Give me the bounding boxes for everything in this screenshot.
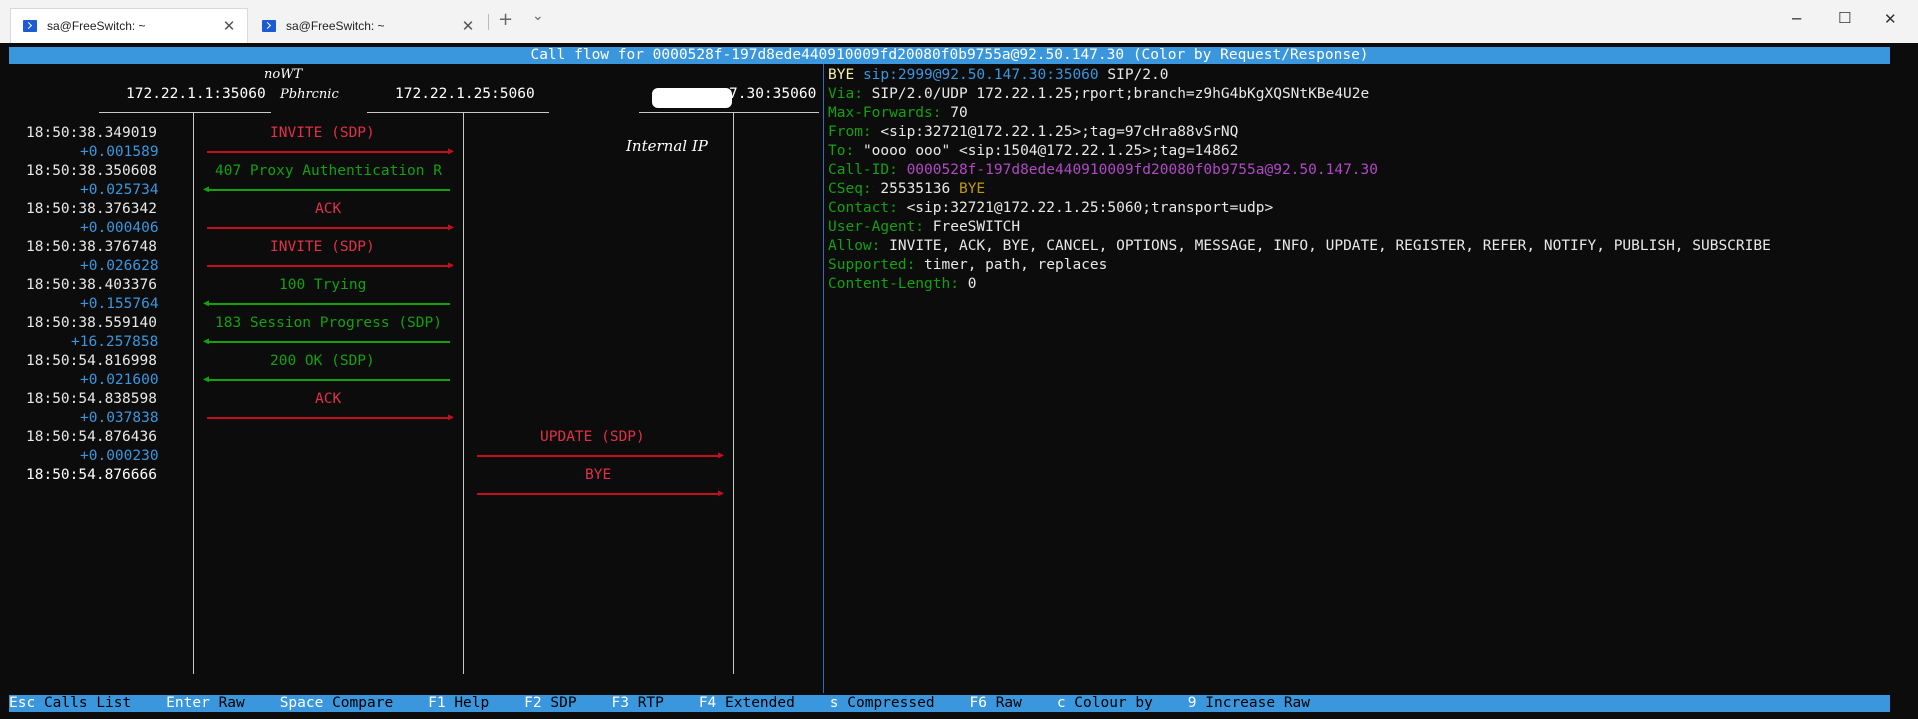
- row-delta: +0.021600: [80, 372, 159, 388]
- shortcut-f1[interactable]: F1 Help: [428, 695, 489, 711]
- tab-active[interactable]: sa@FreeSwitch: ~ ✕: [10, 8, 248, 43]
- row-delta: +0.025734: [80, 182, 159, 198]
- row-delta: +16.257858: [71, 334, 159, 350]
- shortcut-c[interactable]: c Colour by: [1057, 695, 1153, 711]
- header-line: Content-Length: 0: [828, 276, 977, 292]
- tab-separator: [488, 14, 489, 30]
- header-line: User-Agent: FreeSWITCH: [828, 219, 1021, 235]
- header-line: To: "oooo ooo" <sip:1504@172.22.1.25>;ta…: [828, 143, 1239, 159]
- row-delta: +0.037838: [80, 410, 159, 426]
- shortcut-s[interactable]: s Compressed: [830, 695, 935, 711]
- host-label-1: 172.22.1.1:35060: [126, 86, 266, 102]
- header-line: Via: SIP/2.0/UDP 172.22.1.25;rport;branc…: [828, 86, 1370, 102]
- shortcut-esc[interactable]: Esc Calls List: [9, 695, 131, 711]
- message-arrow: ▶: [207, 223, 454, 233]
- host-label-3: 7.30:35060: [729, 86, 817, 102]
- tab-label: sa@FreeSwitch: ~: [47, 19, 146, 33]
- tab-inactive[interactable]: sa@FreeSwitch: ~ ✕: [250, 8, 486, 43]
- request-line: BYE sip:2999@92.50.147.30:35060 SIP/2.0: [828, 67, 1168, 84]
- header-line: CSeq: 25535136 BYE: [828, 181, 986, 197]
- message-label: INVITE (SDP): [270, 239, 375, 255]
- new-tab-icon[interactable]: +: [498, 9, 513, 30]
- tab-close-icon[interactable]: ✕: [458, 17, 478, 35]
- host-underline-2: [367, 112, 549, 113]
- message-label: 200 OK (SDP): [270, 353, 375, 369]
- request-version: SIP/2.0: [1107, 67, 1169, 83]
- header-line: Contact: <sip:32721@172.22.1.25:5060;tra…: [828, 200, 1274, 216]
- handwritten-note: noWT: [264, 67, 303, 82]
- shortcut-f3[interactable]: F3 RTP: [611, 695, 663, 711]
- host-underline-1: [99, 112, 271, 113]
- row-delta: +0.026628: [80, 258, 159, 274]
- maximize-icon[interactable]: ☐: [1838, 9, 1851, 27]
- row-delta: +0.000406: [80, 220, 159, 236]
- message-label: BYE: [585, 467, 612, 483]
- row-time: 18:50:54.876666: [26, 467, 157, 483]
- shortcut-enter[interactable]: Enter Raw: [166, 695, 245, 711]
- chevron-down-icon[interactable]: ⌄: [532, 8, 544, 24]
- row-delta: +0.001589: [80, 144, 159, 160]
- powershell-icon: [23, 20, 37, 32]
- header-line: From: <sip:32721@172.22.1.25>;tag=97cHra…: [828, 124, 1239, 140]
- powershell-icon: [262, 19, 276, 32]
- row-time: 18:50:54.838598: [26, 391, 157, 407]
- message-label: 100 Trying: [279, 277, 367, 293]
- message-arrow: ◀: [203, 185, 450, 195]
- minimize-icon[interactable]: ─: [1792, 10, 1801, 28]
- message-arrow: ▶: [207, 261, 454, 271]
- message-arrow: ▶: [477, 489, 724, 499]
- message-label: 407 Proxy Authentication R: [215, 163, 442, 179]
- shortcut-space[interactable]: Space Compare: [280, 695, 394, 711]
- message-label: ACK: [315, 201, 342, 217]
- header-line: Supported: timer, path, replaces: [828, 257, 1108, 273]
- shortcut-f4[interactable]: F4 Extended: [699, 695, 795, 711]
- host-label-2: 172.22.1.25:5060: [395, 86, 535, 102]
- host-underline-3: [639, 112, 819, 113]
- message-label: INVITE (SDP): [270, 125, 375, 141]
- shortcut-9[interactable]: 9 Increase Raw: [1188, 695, 1310, 711]
- request-method: BYE: [828, 67, 855, 83]
- panel-divider: [823, 64, 824, 693]
- row-delta: +0.155764: [80, 296, 159, 312]
- row-time: 18:50:54.876436: [26, 429, 157, 445]
- message-arrow: ◀: [203, 375, 450, 385]
- message-label: 183 Session Progress (SDP): [215, 315, 442, 331]
- row-delta: +0.000230: [80, 448, 159, 464]
- message-arrow: ▶: [207, 147, 454, 157]
- message-arrow: ▶: [477, 451, 724, 461]
- handwritten-note: Pbhrcnic: [280, 87, 339, 102]
- message-arrow: ◀: [203, 299, 450, 309]
- redaction-mark: [652, 88, 732, 108]
- shortcut-f2[interactable]: F2 SDP: [524, 695, 576, 711]
- request-uri: sip:2999@92.50.147.30:35060: [862, 67, 1099, 83]
- call-flow-title: Call flow for 0000528f-197d8ede440910009…: [9, 47, 1890, 64]
- message-arrow: ▶: [207, 413, 454, 423]
- message-label: ACK: [315, 391, 342, 407]
- key-help-bar: Esc Calls List Enter Raw Space Compare F…: [9, 695, 1890, 712]
- message-arrow: ◀: [203, 337, 450, 347]
- header-line: Max-Forwards: 70: [828, 105, 968, 121]
- shortcut-f6[interactable]: F6 Raw: [969, 695, 1021, 711]
- close-icon[interactable]: ✕: [1884, 10, 1897, 28]
- tab-label: sa@FreeSwitch: ~: [286, 18, 385, 33]
- header-line: Call-ID: 0000528f-197d8ede440910009fd200…: [828, 162, 1378, 178]
- title-bar: sa@FreeSwitch: ~ ✕ sa@FreeSwitch: ~ ✕ + …: [0, 0, 1918, 43]
- header-line: Allow: INVITE, ACK, BYE, CANCEL, OPTIONS…: [828, 238, 1771, 254]
- message-label: UPDATE (SDP): [540, 429, 645, 445]
- tab-close-icon[interactable]: ✕: [219, 17, 239, 35]
